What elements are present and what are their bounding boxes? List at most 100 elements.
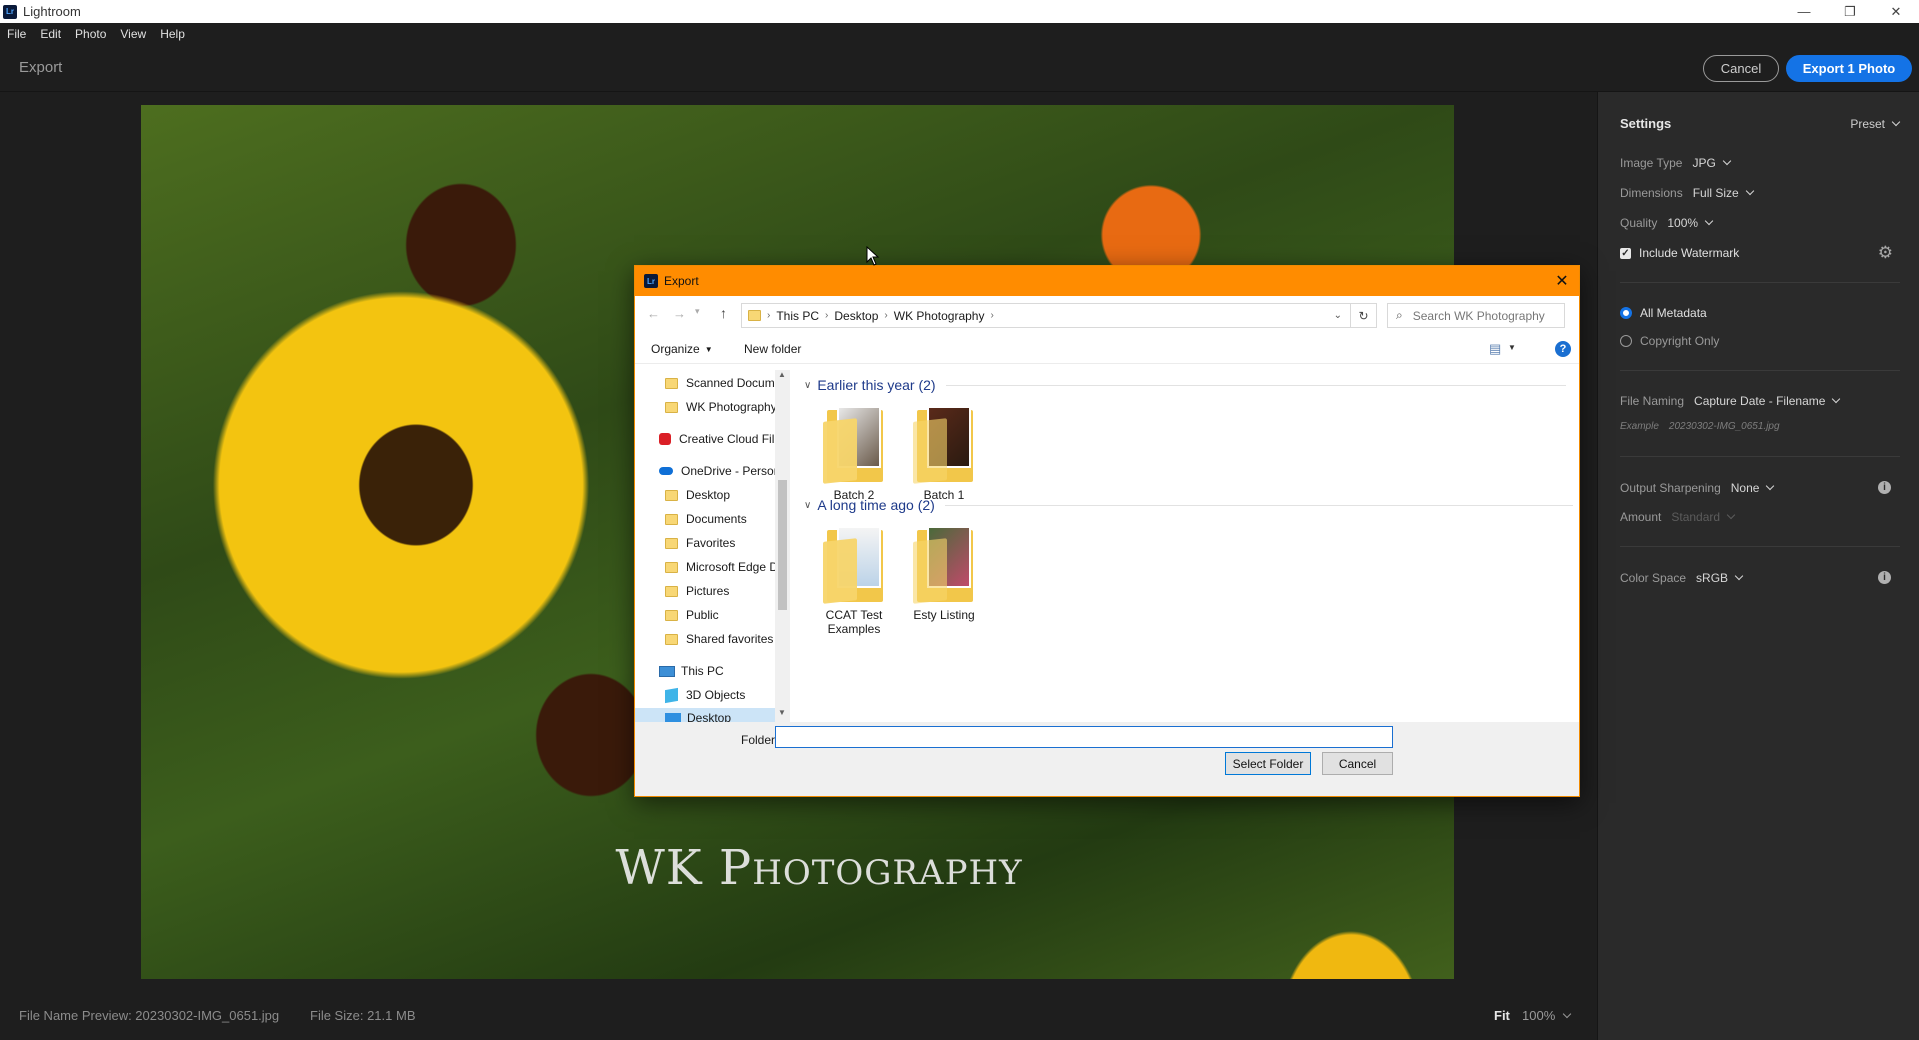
nav-item[interactable]: Shared favorites	[665, 632, 773, 646]
example-row: Example 20230302-IMG_0651.jpg	[1620, 421, 1780, 432]
preset-dropdown[interactable]: Preset	[1850, 117, 1901, 131]
nav-item[interactable]: 3D Objects	[665, 687, 746, 703]
nav-item[interactable]: Scanned Docum	[665, 376, 775, 390]
address-bar[interactable]: › This PC › Desktop › WK Photography › ⌄	[741, 303, 1351, 328]
nav-item[interactable]: Microsoft Edge D	[665, 560, 778, 574]
info-icon[interactable]: i	[1878, 571, 1891, 584]
group-label: A long time ago (2)	[817, 497, 935, 513]
folder-name: CCAT Test Examples	[825, 608, 883, 636]
amount-row: Amount Standard	[1620, 510, 1736, 524]
up-arrow-icon[interactable]: ↑	[720, 305, 727, 321]
address-dropdown-icon[interactable]: ⌄	[1334, 310, 1342, 321]
nav-scrollbar[interactable]: ▲ ▼	[775, 370, 790, 722]
color-space-row: Color Space sRGB	[1620, 571, 1744, 585]
menu-photo[interactable]: Photo	[68, 27, 113, 41]
breadcrumb-wk-photography[interactable]: WK Photography	[894, 309, 985, 323]
nav-item-label: Documents	[686, 512, 747, 526]
nav-item[interactable]: Creative Cloud Fil	[659, 432, 774, 446]
forward-arrow-icon[interactable]: →	[673, 306, 686, 321]
breadcrumb-this-pc[interactable]: This PC	[776, 309, 819, 323]
nav-item-label: WK Photography	[686, 400, 777, 414]
recent-chevron-icon[interactable]: ▾	[695, 306, 700, 317]
chevron-right-icon: ›	[825, 310, 829, 321]
nav-item-label: Pictures	[686, 584, 730, 598]
folder-tile[interactable]: CCAT Test Examples	[809, 524, 899, 636]
folder-input[interactable]	[775, 726, 1393, 748]
amount-label: Amount	[1620, 510, 1662, 524]
back-arrow-icon[interactable]: ←	[647, 306, 660, 321]
nav-item-label: 3D Objects	[686, 688, 746, 702]
file-naming-dropdown[interactable]: Capture Date - Filename	[1694, 394, 1841, 408]
export-photo-button[interactable]: Export 1 Photo	[1786, 55, 1912, 82]
scroll-down-icon[interactable]: ▼	[778, 708, 786, 717]
nav-item[interactable]: Favorites	[665, 536, 735, 550]
dialog-cancel-button[interactable]: Cancel	[1322, 752, 1393, 775]
nav-item-label: Creative Cloud Fil	[679, 432, 775, 446]
color-space-dropdown[interactable]: sRGB	[1696, 571, 1744, 585]
watermark-checkbox[interactable]: ✓	[1620, 247, 1631, 259]
chevron-down-icon: ▼	[704, 344, 713, 354]
nav-item[interactable]: WK Photography	[665, 400, 777, 414]
nav-item[interactable]: Public	[665, 608, 719, 622]
gear-icon[interactable]: ⚙	[1878, 243, 1893, 263]
select-folder-button[interactable]: Select Folder	[1225, 752, 1311, 775]
dimensions-label: Dimensions	[1620, 186, 1683, 200]
nav-item[interactable]: OneDrive - Persor	[659, 464, 778, 478]
watermark-label: Include Watermark	[1639, 246, 1740, 260]
menu-edit[interactable]: Edit	[33, 27, 68, 41]
menu-view[interactable]: View	[113, 27, 153, 41]
nav-item-label: Desktop	[687, 711, 732, 722]
nav-item[interactable]: Documents	[665, 512, 747, 526]
group-header[interactable]: ∨ Earlier this year (2)	[804, 377, 1566, 393]
menu-file[interactable]: File	[0, 27, 33, 41]
organize-button[interactable]: Organize ▼	[651, 342, 713, 356]
minimize-button[interactable]: —	[1781, 0, 1827, 23]
chevron-down-icon	[1766, 481, 1775, 491]
quality-dropdown[interactable]: 100%	[1667, 216, 1714, 230]
new-folder-button[interactable]: New folder	[744, 342, 801, 356]
dialog-close-button[interactable]: ✕	[1545, 271, 1579, 291]
info-icon[interactable]: i	[1878, 481, 1891, 494]
chevron-right-icon: ›	[884, 310, 888, 321]
sharpening-dropdown[interactable]: None	[1731, 481, 1775, 495]
dialog-title-bar: Lr Export ✕	[635, 266, 1579, 296]
nav-item-label: Public	[686, 608, 719, 622]
search-input[interactable]: ⌕ Search WK Photography	[1387, 303, 1565, 328]
header-cancel-button[interactable]: Cancel	[1703, 55, 1779, 82]
organize-label: Organize	[651, 342, 700, 356]
folder-tile[interactable]: Batch 1	[899, 404, 989, 502]
folder-tile[interactable]: Batch 2	[809, 404, 899, 502]
nav-item[interactable]: Pictures	[665, 584, 729, 598]
chevron-down-icon	[1722, 156, 1732, 166]
amount-dropdown: Standard	[1671, 510, 1736, 524]
nav-item[interactable]: This PC	[659, 664, 724, 678]
metadata-copyright-row[interactable]: Copyright Only	[1620, 334, 1719, 348]
group-header[interactable]: ∨ A long time ago (2)	[804, 497, 1573, 513]
chevron-down-icon	[1745, 186, 1754, 196]
sharpening-row: Output Sharpening None	[1620, 481, 1775, 495]
dimensions-dropdown[interactable]: Full Size	[1692, 186, 1754, 200]
scroll-up-icon[interactable]: ▲	[778, 370, 786, 379]
zoom-dropdown[interactable]: 100%	[1522, 1008, 1572, 1023]
dimensions-value: Full Size	[1692, 186, 1739, 200]
nav-item-label: Desktop	[686, 488, 731, 502]
nav-item-selected[interactable]: Desktop	[635, 708, 775, 722]
help-icon[interactable]: ?	[1555, 341, 1571, 357]
refresh-button[interactable]: ↻	[1351, 303, 1377, 328]
view-options-icon[interactable]: ▤	[1489, 341, 1501, 357]
fit-button[interactable]: Fit	[1494, 1008, 1510, 1023]
image-type-dropdown[interactable]: JPG	[1692, 156, 1732, 170]
menu-help[interactable]: Help	[153, 27, 192, 41]
folder-tile[interactable]: Esty Listing	[899, 524, 989, 622]
view-chevron-icon[interactable]: ▼	[1508, 343, 1516, 352]
folder-thumbnail-icon	[913, 524, 975, 604]
onedrive-cloud-icon	[659, 467, 673, 475]
restore-button[interactable]: ❐	[1827, 0, 1873, 23]
close-window-button[interactable]: ✕	[1873, 0, 1919, 23]
export-header: Export Cancel Export 1 Photo	[0, 44, 1919, 92]
nav-item[interactable]: Desktop	[665, 488, 730, 502]
breadcrumb-desktop[interactable]: Desktop	[834, 309, 878, 323]
example-label: Example	[1620, 421, 1659, 432]
metadata-all-row[interactable]: All Metadata	[1620, 306, 1707, 320]
scroll-thumb[interactable]	[778, 480, 787, 610]
